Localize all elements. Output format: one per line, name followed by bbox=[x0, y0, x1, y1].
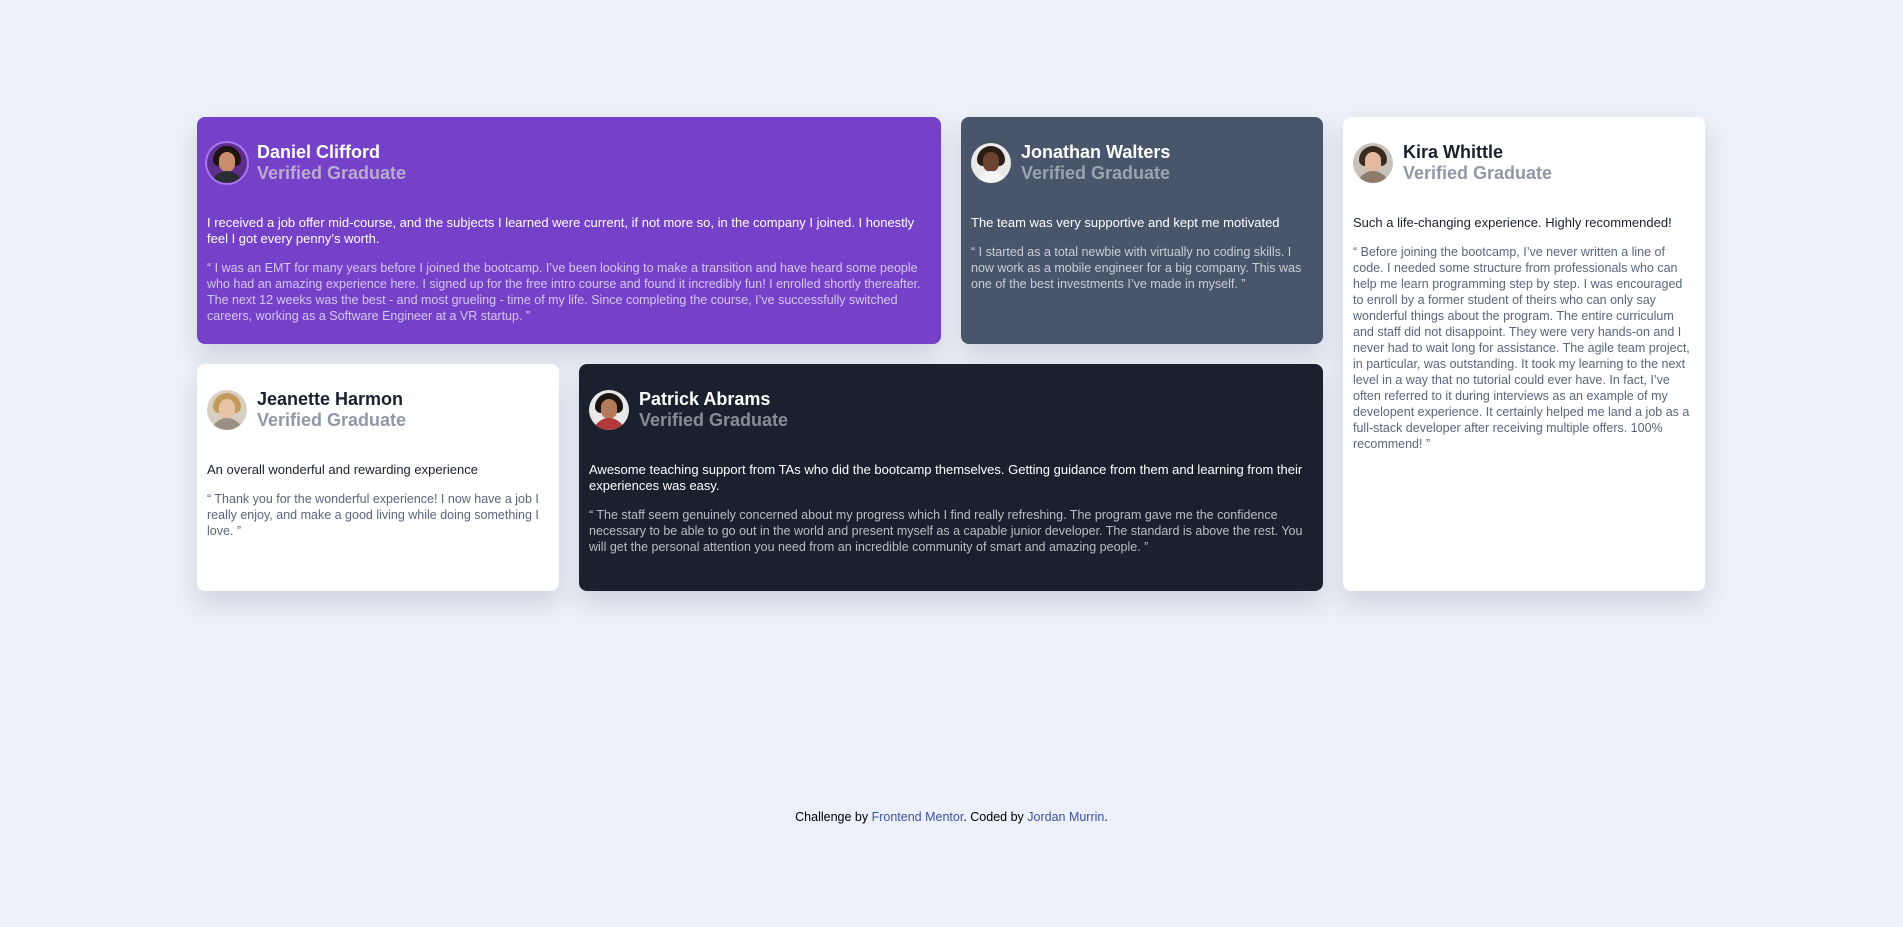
card-header: Patrick Abrams Verified Graduate bbox=[589, 389, 1313, 431]
attribution: Challenge by Frontend Mentor. Coded by J… bbox=[0, 810, 1903, 824]
testimonial-card-daniel-clifford: Daniel Clifford Verified Graduate I rece… bbox=[197, 117, 941, 344]
attribution-suffix: . bbox=[1104, 810, 1108, 824]
frontend-mentor-link[interactable]: Frontend Mentor bbox=[872, 810, 964, 824]
author-info: Kira Whittle Verified Graduate bbox=[1403, 142, 1552, 184]
avatar-icon bbox=[971, 143, 1011, 183]
testimonial-headline: An overall wonderful and rewarding exper… bbox=[207, 462, 478, 477]
testimonial-headline: I received a job offer mid-course, and t… bbox=[207, 215, 915, 246]
author-info: Daniel Clifford Verified Graduate bbox=[257, 142, 406, 184]
author-status: Verified Graduate bbox=[257, 410, 407, 430]
testimonial-card-patrick-abrams: Patrick Abrams Verified Graduate Awesome… bbox=[579, 364, 1323, 591]
testimonial-card-jeanette-harmon: Jeanette Harmon Verified Graduate An ove… bbox=[197, 364, 559, 591]
author-name: Daniel Clifford bbox=[257, 142, 381, 162]
testimonial-quote: “ Before joining the bootcamp, I’ve neve… bbox=[1353, 245, 1690, 451]
author-name: Jeanette Harmon bbox=[257, 389, 404, 409]
testimonial-headline: The team was very supportive and kept me… bbox=[971, 215, 1280, 230]
avatar-icon bbox=[589, 390, 629, 430]
avatar-icon bbox=[207, 143, 247, 183]
testimonial-quote: “ I was an EMT for many years before I j… bbox=[207, 261, 921, 323]
author-link[interactable]: Jordan Murrin bbox=[1027, 810, 1104, 824]
card-header: Daniel Clifford Verified Graduate bbox=[207, 142, 931, 184]
card-header: Kira Whittle Verified Graduate bbox=[1353, 142, 1695, 184]
testimonial-card-jonathan-walters: Jonathan Walters Verified Graduate The t… bbox=[961, 117, 1323, 344]
testimonial-quote: “ The staff seem genuinely concerned abo… bbox=[589, 508, 1303, 554]
testimonial-quote: “ I started as a total newbie with virtu… bbox=[971, 245, 1302, 291]
card-header: Jonathan Walters Verified Graduate bbox=[971, 142, 1313, 184]
author-name: Kira Whittle bbox=[1403, 142, 1504, 162]
avatar-icon bbox=[1353, 143, 1393, 183]
author-status: Verified Graduate bbox=[257, 163, 407, 183]
author-name: Jonathan Walters bbox=[1021, 142, 1171, 162]
author-info: Jonathan Walters Verified Graduate bbox=[1021, 142, 1170, 184]
testimonial-quote: “ Thank you for the wonderful experience… bbox=[207, 492, 539, 538]
avatar-icon bbox=[207, 390, 247, 430]
card-header: Jeanette Harmon Verified Graduate bbox=[207, 389, 549, 431]
testimonial-headline: Such a life-changing experience. Highly … bbox=[1353, 215, 1672, 230]
attribution-prefix: Challenge by bbox=[795, 810, 872, 824]
author-status: Verified Graduate bbox=[1021, 163, 1171, 183]
author-info: Patrick Abrams Verified Graduate bbox=[639, 389, 788, 431]
author-name: Patrick Abrams bbox=[639, 389, 771, 409]
testimonials-grid: Daniel Clifford Verified Graduate I rece… bbox=[197, 117, 1706, 591]
testimonial-headline: Awesome teaching support from TAs who di… bbox=[589, 462, 1303, 493]
testimonial-card-kira-whittle: Kira Whittle Verified Graduate Such a li… bbox=[1343, 117, 1705, 591]
author-status: Verified Graduate bbox=[1403, 163, 1553, 183]
attribution-middle: . Coded by bbox=[963, 810, 1028, 824]
author-status: Verified Graduate bbox=[639, 410, 789, 430]
author-info: Jeanette Harmon Verified Graduate bbox=[257, 389, 406, 431]
